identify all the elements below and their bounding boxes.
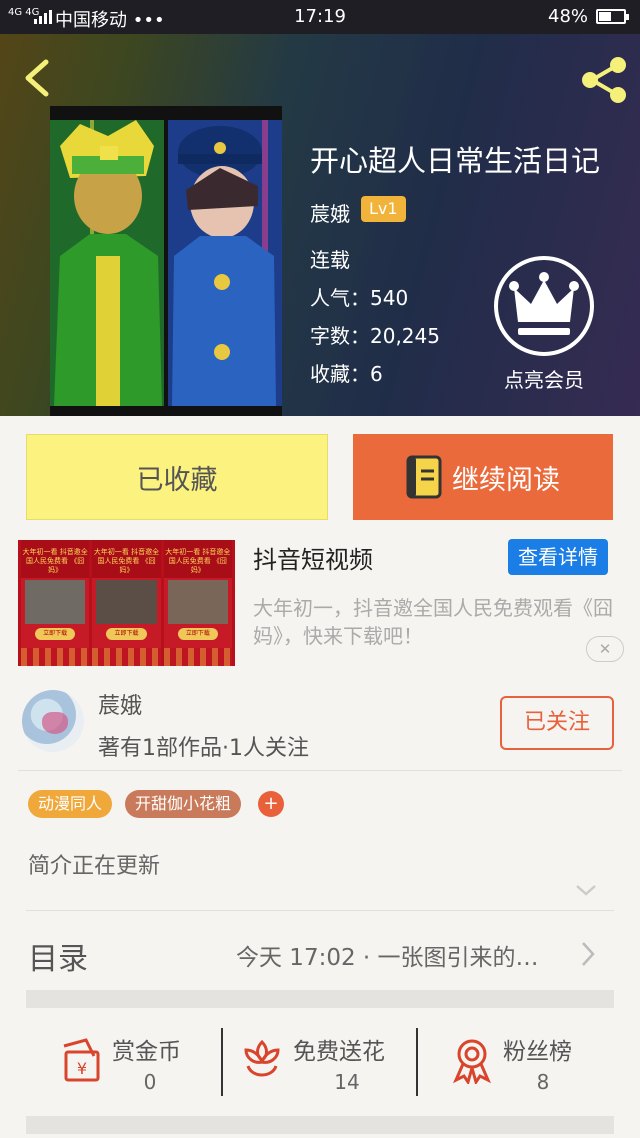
ad-panel-text: 大年初一看 抖音邀全国人民免费看 《囧妈》 (21, 540, 90, 578)
follow-button[interactable]: 已关注 (500, 696, 614, 750)
toc-label[interactable]: 目录 (28, 934, 88, 978)
ad-panel: 大年初一看 抖音邀全国人民免费看 《囧妈》 立即下载 (163, 540, 232, 666)
crown-icon (509, 272, 579, 335)
share-button[interactable] (578, 54, 630, 106)
ad-close-button[interactable]: ✕ (586, 636, 624, 662)
ad-panel-photo (167, 580, 228, 624)
section-separator (26, 1116, 614, 1134)
section-separator (26, 990, 614, 1008)
battery-icon (596, 9, 629, 24)
clock: 17:19 (294, 6, 346, 27)
author-card-name[interactable]: 莀娥 (98, 688, 142, 720)
level-badge: Lv1 (361, 196, 406, 222)
fan-ranking-label[interactable]: 粉丝榜 (503, 1032, 572, 1066)
send-flower-value: 14 (334, 1070, 360, 1094)
book-icon (406, 455, 442, 499)
add-tag-button[interactable]: + (258, 791, 284, 817)
divider (221, 1028, 223, 1096)
chevron-right-icon[interactable] (580, 940, 596, 968)
book-cover[interactable] (50, 106, 282, 416)
book-header: 开心超人日常生活日记 莀娥 Lv1 连载 人气：540 字数：20,245 收藏… (0, 34, 640, 416)
ad-panel-photo (25, 580, 86, 624)
divider (26, 910, 614, 911)
vip-button[interactable] (494, 256, 594, 356)
ad-panel: 大年初一看 抖音邀全国人民免费看 《囧妈》 立即下载 (21, 540, 90, 666)
divider (416, 1028, 418, 1096)
vip-label[interactable]: 点亮会员 (490, 364, 598, 393)
back-arrow-icon (25, 59, 49, 97)
battery-percent: 48% (548, 6, 589, 27)
ad-description[interactable]: 大年初一，抖音邀全国人民免费观看《囧妈》，快来下载吧！ (253, 594, 623, 650)
cover-illustration (50, 106, 282, 416)
ad-panel-decoration (92, 648, 161, 666)
ad-title[interactable]: 抖音短视频 (253, 540, 373, 575)
send-flower-label[interactable]: 免费送花 (293, 1032, 385, 1066)
ad-detail-button[interactable]: 查看详情 (508, 539, 608, 575)
ribbon-medal-icon[interactable] (448, 1036, 496, 1084)
ad-panel-photo (96, 580, 157, 624)
favorited-button[interactable]: 已收藏 (26, 434, 328, 520)
favorite-count: 收藏：6 (310, 362, 383, 386)
tag-anime[interactable]: 动漫同人 (28, 790, 113, 818)
chevron-down-icon[interactable] (574, 882, 598, 898)
favorited-label: 已收藏 (136, 464, 218, 496)
ad-panel-download: 立即下载 (35, 628, 76, 640)
reward-coin-value: 0 (143, 1070, 157, 1094)
ad-panel-download: 立即下载 (177, 628, 218, 640)
book-intro: 简介正在更新 (28, 854, 161, 879)
divider (18, 770, 622, 771)
popularity: 人气：540 (310, 286, 409, 310)
fan-ranking-value: 8 (536, 1070, 550, 1094)
ad-panel-text: 大年初一看 抖音邀全国人民免费看 《囧妈》 (92, 540, 161, 578)
ad-panel-decoration (21, 648, 90, 666)
ad-panel-download: 立即下载 (106, 628, 147, 640)
ad-panel-text: 大年初一看 抖音邀全国人民免费看 《囧妈》 (163, 540, 232, 578)
flower-icon[interactable] (238, 1036, 286, 1084)
reward-coin-label[interactable]: 赏金币 (112, 1032, 181, 1066)
author-name[interactable]: 莀娥 (310, 198, 350, 227)
avatar[interactable] (22, 690, 84, 752)
word-count: 字数：20,245 (310, 324, 440, 348)
author-card-stats: 著有1部作品·1人关注 (98, 736, 309, 761)
share-icon (582, 57, 626, 103)
ad-panel-decoration (163, 648, 232, 666)
back-button[interactable] (18, 56, 58, 100)
continue-reading-button[interactable]: 继续阅读 (353, 434, 613, 520)
status-bar: 4G 4G 中国移动 ••• 17:19 48% (0, 0, 640, 34)
continue-reading-label: 继续阅读 (452, 464, 560, 496)
latest-chapter[interactable]: 今天 17:02 · 一张图引来的… (236, 938, 539, 972)
book-title: 开心超人日常生活日记 (310, 144, 601, 178)
serial-status: 连载 (310, 248, 350, 272)
coin-envelope-icon[interactable]: ¥ (58, 1036, 106, 1084)
tag-custom[interactable]: 开甜伽小花粗 (125, 790, 242, 818)
ad-image[interactable]: 大年初一看 抖音邀全国人民免费看 《囧妈》 立即下载 大年初一看 抖音邀全国人民… (18, 540, 235, 666)
ad-panel: 大年初一看 抖音邀全国人民免费看 《囧妈》 立即下载 (92, 540, 161, 666)
svg-text:¥: ¥ (77, 1059, 87, 1078)
